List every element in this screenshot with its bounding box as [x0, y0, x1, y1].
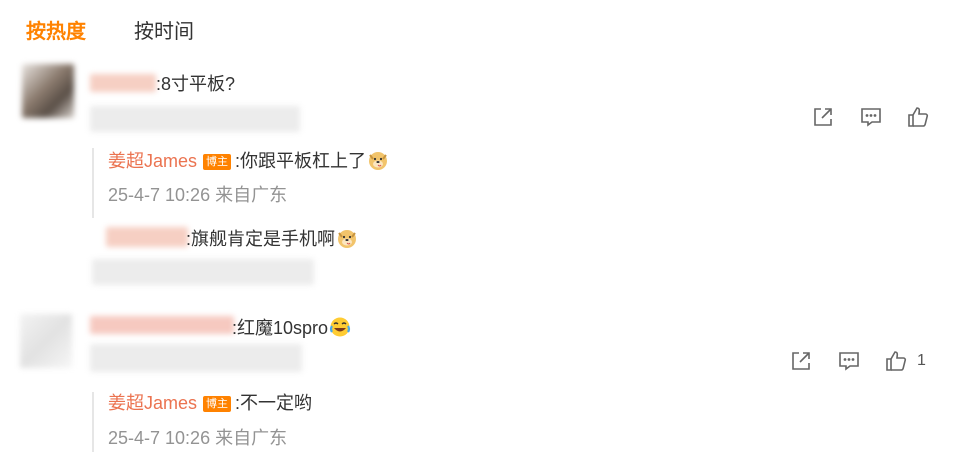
share-icon: [814, 108, 832, 126]
reply-meta-blurred: [92, 259, 314, 285]
reply-text: :旗舰肯定是手机啊: [186, 229, 336, 249]
reply-button[interactable]: [858, 104, 884, 130]
reply-divider: [92, 148, 94, 218]
laugh-cry-emoji-icon: [329, 317, 351, 337]
tab-hot[interactable]: 按热度: [26, 20, 86, 44]
share-icon: [792, 352, 810, 370]
tab-time[interactable]: 按时间: [134, 20, 194, 44]
doge-emoji-icon: [369, 152, 388, 170]
reply-meta: 25-4-7 10:26 来自广东: [108, 428, 288, 448]
reply-text: :你跟平板杠上了: [235, 151, 367, 171]
reply-meta: 25-4-7 10:26 来自广东: [108, 185, 288, 205]
author-name[interactable]: 姜超James: [108, 151, 197, 171]
comment-text: :红魔10spro: [232, 318, 329, 338]
comment-icon: [839, 352, 859, 371]
reply-line: 姜超James 博主:不一定哟: [108, 392, 312, 414]
like-count: 1: [917, 352, 926, 369]
reply-line: :旗舰肯定是手机啊: [186, 227, 358, 250]
doge-emoji-icon: [338, 230, 357, 248]
comment-line: :红魔10spro: [232, 316, 351, 339]
reply-button[interactable]: [836, 348, 862, 374]
like-icon: [908, 107, 929, 127]
comment-text: :8寸平板?: [156, 74, 236, 94]
blogger-badge: 博主: [203, 154, 232, 170]
username-blurred[interactable]: [90, 74, 156, 92]
like-button[interactable]: [883, 348, 909, 374]
like-button[interactable]: [905, 104, 931, 130]
comment-icon: [861, 108, 881, 127]
reply-line: 姜超James 博主:你跟平板杠上了: [108, 149, 389, 172]
author-name[interactable]: 姜超James: [108, 393, 197, 413]
comment-meta-blurred: [90, 106, 300, 132]
avatar[interactable]: [20, 314, 72, 368]
share-button[interactable]: [810, 104, 836, 130]
comment-meta-blurred: [90, 344, 302, 372]
avatar[interactable]: [22, 64, 74, 118]
blogger-badge: 博主: [203, 396, 232, 412]
reply-text: :不一定哟: [235, 393, 313, 413]
like-icon: [886, 351, 907, 371]
username-blurred[interactable]: [90, 316, 234, 334]
username-blurred[interactable]: [106, 227, 188, 247]
reply-divider: [92, 392, 94, 452]
share-button[interactable]: [788, 348, 814, 374]
